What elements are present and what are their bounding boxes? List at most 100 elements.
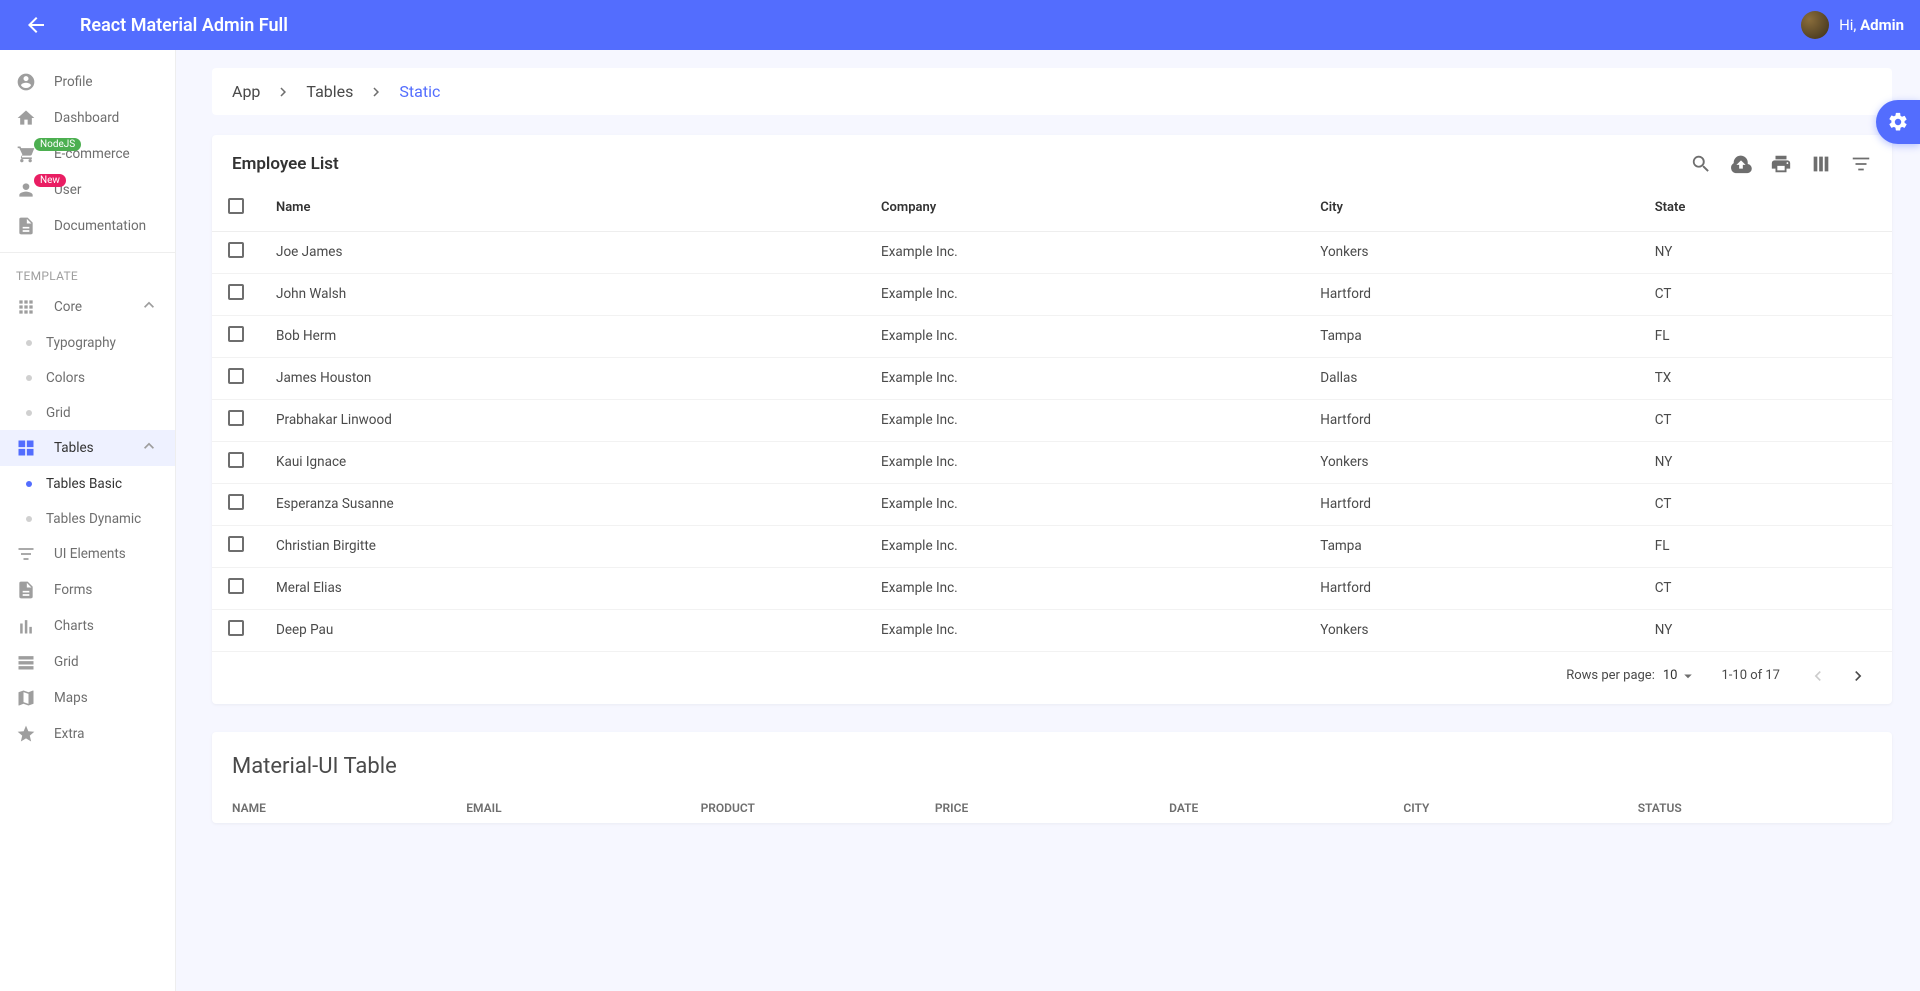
cell-name: Christian Birgitte bbox=[260, 525, 865, 567]
sidebar: Profile Dashboard E-commerceNodeJSUserNewD… bbox=[0, 50, 176, 991]
sidebar-subitem-tables-dynamic[interactable]: Tables Dynamic bbox=[0, 501, 175, 536]
table-row[interactable]: John WalshExample Inc.HartfordCT bbox=[212, 273, 1892, 315]
checkbox[interactable] bbox=[228, 326, 244, 342]
sidebar-item-documentation[interactable]: Documentation bbox=[0, 208, 175, 244]
sidebar-item-maps[interactable]: Maps bbox=[0, 680, 175, 716]
sidebar-item-extra[interactable]: Extra bbox=[0, 716, 175, 752]
gridview-icon bbox=[16, 652, 36, 672]
bullet-icon bbox=[26, 410, 32, 416]
sidebar-subitem-grid[interactable]: Grid bbox=[0, 395, 175, 430]
cell-name: Meral Elias bbox=[260, 567, 865, 609]
sidebar-subitem-typography[interactable]: Typography bbox=[0, 325, 175, 360]
checkbox[interactable] bbox=[228, 452, 244, 468]
checkbox[interactable] bbox=[228, 410, 244, 426]
print-icon[interactable] bbox=[1770, 153, 1792, 175]
sidebar-subitem-label: Typography bbox=[46, 335, 116, 351]
table-row[interactable]: Kaui IgnaceExample Inc.YonkersNY bbox=[212, 441, 1892, 483]
table-row[interactable]: Deep PauExample Inc.YonkersNY bbox=[212, 609, 1892, 651]
sidebar-item-label: Dashboard bbox=[54, 110, 119, 126]
column-header[interactable]: CITY bbox=[1403, 801, 1637, 815]
badge: NodeJS bbox=[34, 138, 81, 151]
sidebar-item-forms[interactable]: Forms bbox=[0, 572, 175, 608]
table-row[interactable]: Meral EliasExample Inc.HartfordCT bbox=[212, 567, 1892, 609]
column-header[interactable]: Name bbox=[260, 185, 865, 231]
table-row[interactable]: Joe JamesExample Inc.YonkersNY bbox=[212, 231, 1892, 273]
checkbox[interactable] bbox=[228, 198, 244, 214]
avatar[interactable] bbox=[1801, 11, 1829, 39]
column-header[interactable]: NAME bbox=[232, 801, 466, 815]
cell-company: Example Inc. bbox=[865, 525, 1304, 567]
sidebar-item-ui-elements[interactable]: UI Elements bbox=[0, 536, 175, 572]
rows-per-page-select[interactable]: 10 bbox=[1663, 667, 1698, 685]
table-row[interactable]: Bob HermExample Inc.TampaFL bbox=[212, 315, 1892, 357]
bullet-icon bbox=[26, 375, 32, 381]
sidebar-item-core[interactable]: Core bbox=[0, 289, 175, 325]
cell-city: Hartford bbox=[1304, 399, 1638, 441]
sidebar-subitem-tables-basic[interactable]: Tables Basic bbox=[0, 466, 175, 501]
gear-icon bbox=[1887, 111, 1909, 133]
sidebar-item-charts[interactable]: Charts bbox=[0, 608, 175, 644]
cell-name: John Walsh bbox=[260, 273, 865, 315]
table-row[interactable]: Esperanza SusanneExample Inc.HartfordCT bbox=[212, 483, 1892, 525]
sidebar-item-tables[interactable]: Tables bbox=[0, 430, 175, 466]
sidebar-item-grid[interactable]: Grid bbox=[0, 644, 175, 680]
download-icon[interactable] bbox=[1730, 153, 1752, 175]
column-header[interactable]: State bbox=[1639, 185, 1892, 231]
sidebar-subitem-label: Tables Basic bbox=[46, 476, 122, 492]
chevron-right-icon bbox=[367, 83, 385, 101]
column-header[interactable]: EMAIL bbox=[466, 801, 700, 815]
bullet-icon bbox=[26, 481, 32, 487]
cell-state: FL bbox=[1639, 315, 1892, 357]
checkbox[interactable] bbox=[228, 578, 244, 594]
table-row[interactable]: James HoustonExample Inc.DallasTX bbox=[212, 357, 1892, 399]
sidebar-item-label: Extra bbox=[54, 726, 84, 742]
badge: New bbox=[34, 174, 66, 187]
cell-name: Bob Herm bbox=[260, 315, 865, 357]
breadcrumb-item[interactable]: Tables bbox=[306, 82, 353, 101]
table-row[interactable]: Christian BirgitteExample Inc.TampaFL bbox=[212, 525, 1892, 567]
checkbox[interactable] bbox=[228, 494, 244, 510]
breadcrumb-item[interactable]: Static bbox=[399, 82, 440, 101]
cell-name: Esperanza Susanne bbox=[260, 483, 865, 525]
sidebar-item-label: Core bbox=[54, 299, 82, 315]
column-header[interactable]: PRICE bbox=[935, 801, 1169, 815]
checkbox[interactable] bbox=[228, 620, 244, 636]
next-page-button[interactable] bbox=[1844, 662, 1872, 690]
column-header[interactable]: DATE bbox=[1169, 801, 1403, 815]
bullet-icon bbox=[26, 516, 32, 522]
sidebar-subitem-label: Tables Dynamic bbox=[46, 511, 141, 527]
checkbox[interactable] bbox=[228, 368, 244, 384]
search-icon[interactable] bbox=[1690, 153, 1712, 175]
app-header: React Material Admin Full Hi, Admin bbox=[0, 0, 1920, 50]
employee-table: NameCompanyCityState Joe JamesExample In… bbox=[212, 185, 1892, 652]
sidebar-item-dashboard[interactable]: Dashboard bbox=[0, 100, 175, 136]
column-header[interactable]: City bbox=[1304, 185, 1638, 231]
cell-city: Yonkers bbox=[1304, 609, 1638, 651]
prev-page-button[interactable] bbox=[1804, 662, 1832, 690]
checkbox[interactable] bbox=[228, 242, 244, 258]
cell-company: Example Inc. bbox=[865, 273, 1304, 315]
chevron-icon bbox=[139, 436, 159, 460]
sidebar-item-user[interactable]: UserNew bbox=[0, 172, 175, 208]
column-header[interactable]: Company bbox=[865, 185, 1304, 231]
checkbox[interactable] bbox=[228, 536, 244, 552]
column-header[interactable]: STATUS bbox=[1638, 801, 1872, 815]
breadcrumb-item[interactable]: App bbox=[232, 82, 260, 101]
sidebar-item-label: Charts bbox=[54, 618, 94, 634]
filter-icon[interactable] bbox=[1850, 153, 1872, 175]
checkbox[interactable] bbox=[228, 284, 244, 300]
sidebar-item-profile[interactable]: Profile bbox=[0, 64, 175, 100]
sidebar-item-ecommerce[interactable]: E-commerceNodeJS bbox=[0, 136, 175, 172]
menu-toggle-button[interactable] bbox=[16, 5, 56, 45]
table-row[interactable]: Prabhakar LinwoodExample Inc.HartfordCT bbox=[212, 399, 1892, 441]
cart-icon bbox=[16, 144, 36, 164]
table-icon bbox=[16, 438, 36, 458]
apps-icon bbox=[16, 297, 36, 317]
cell-name: Deep Pau bbox=[260, 609, 865, 651]
chevron-icon bbox=[139, 295, 159, 319]
settings-fab[interactable] bbox=[1876, 100, 1920, 144]
view-columns-icon[interactable] bbox=[1810, 153, 1832, 175]
column-header[interactable]: PRODUCT bbox=[701, 801, 935, 815]
sidebar-subitem-colors[interactable]: Colors bbox=[0, 360, 175, 395]
pagination-range: 1-10 of 17 bbox=[1721, 668, 1780, 683]
